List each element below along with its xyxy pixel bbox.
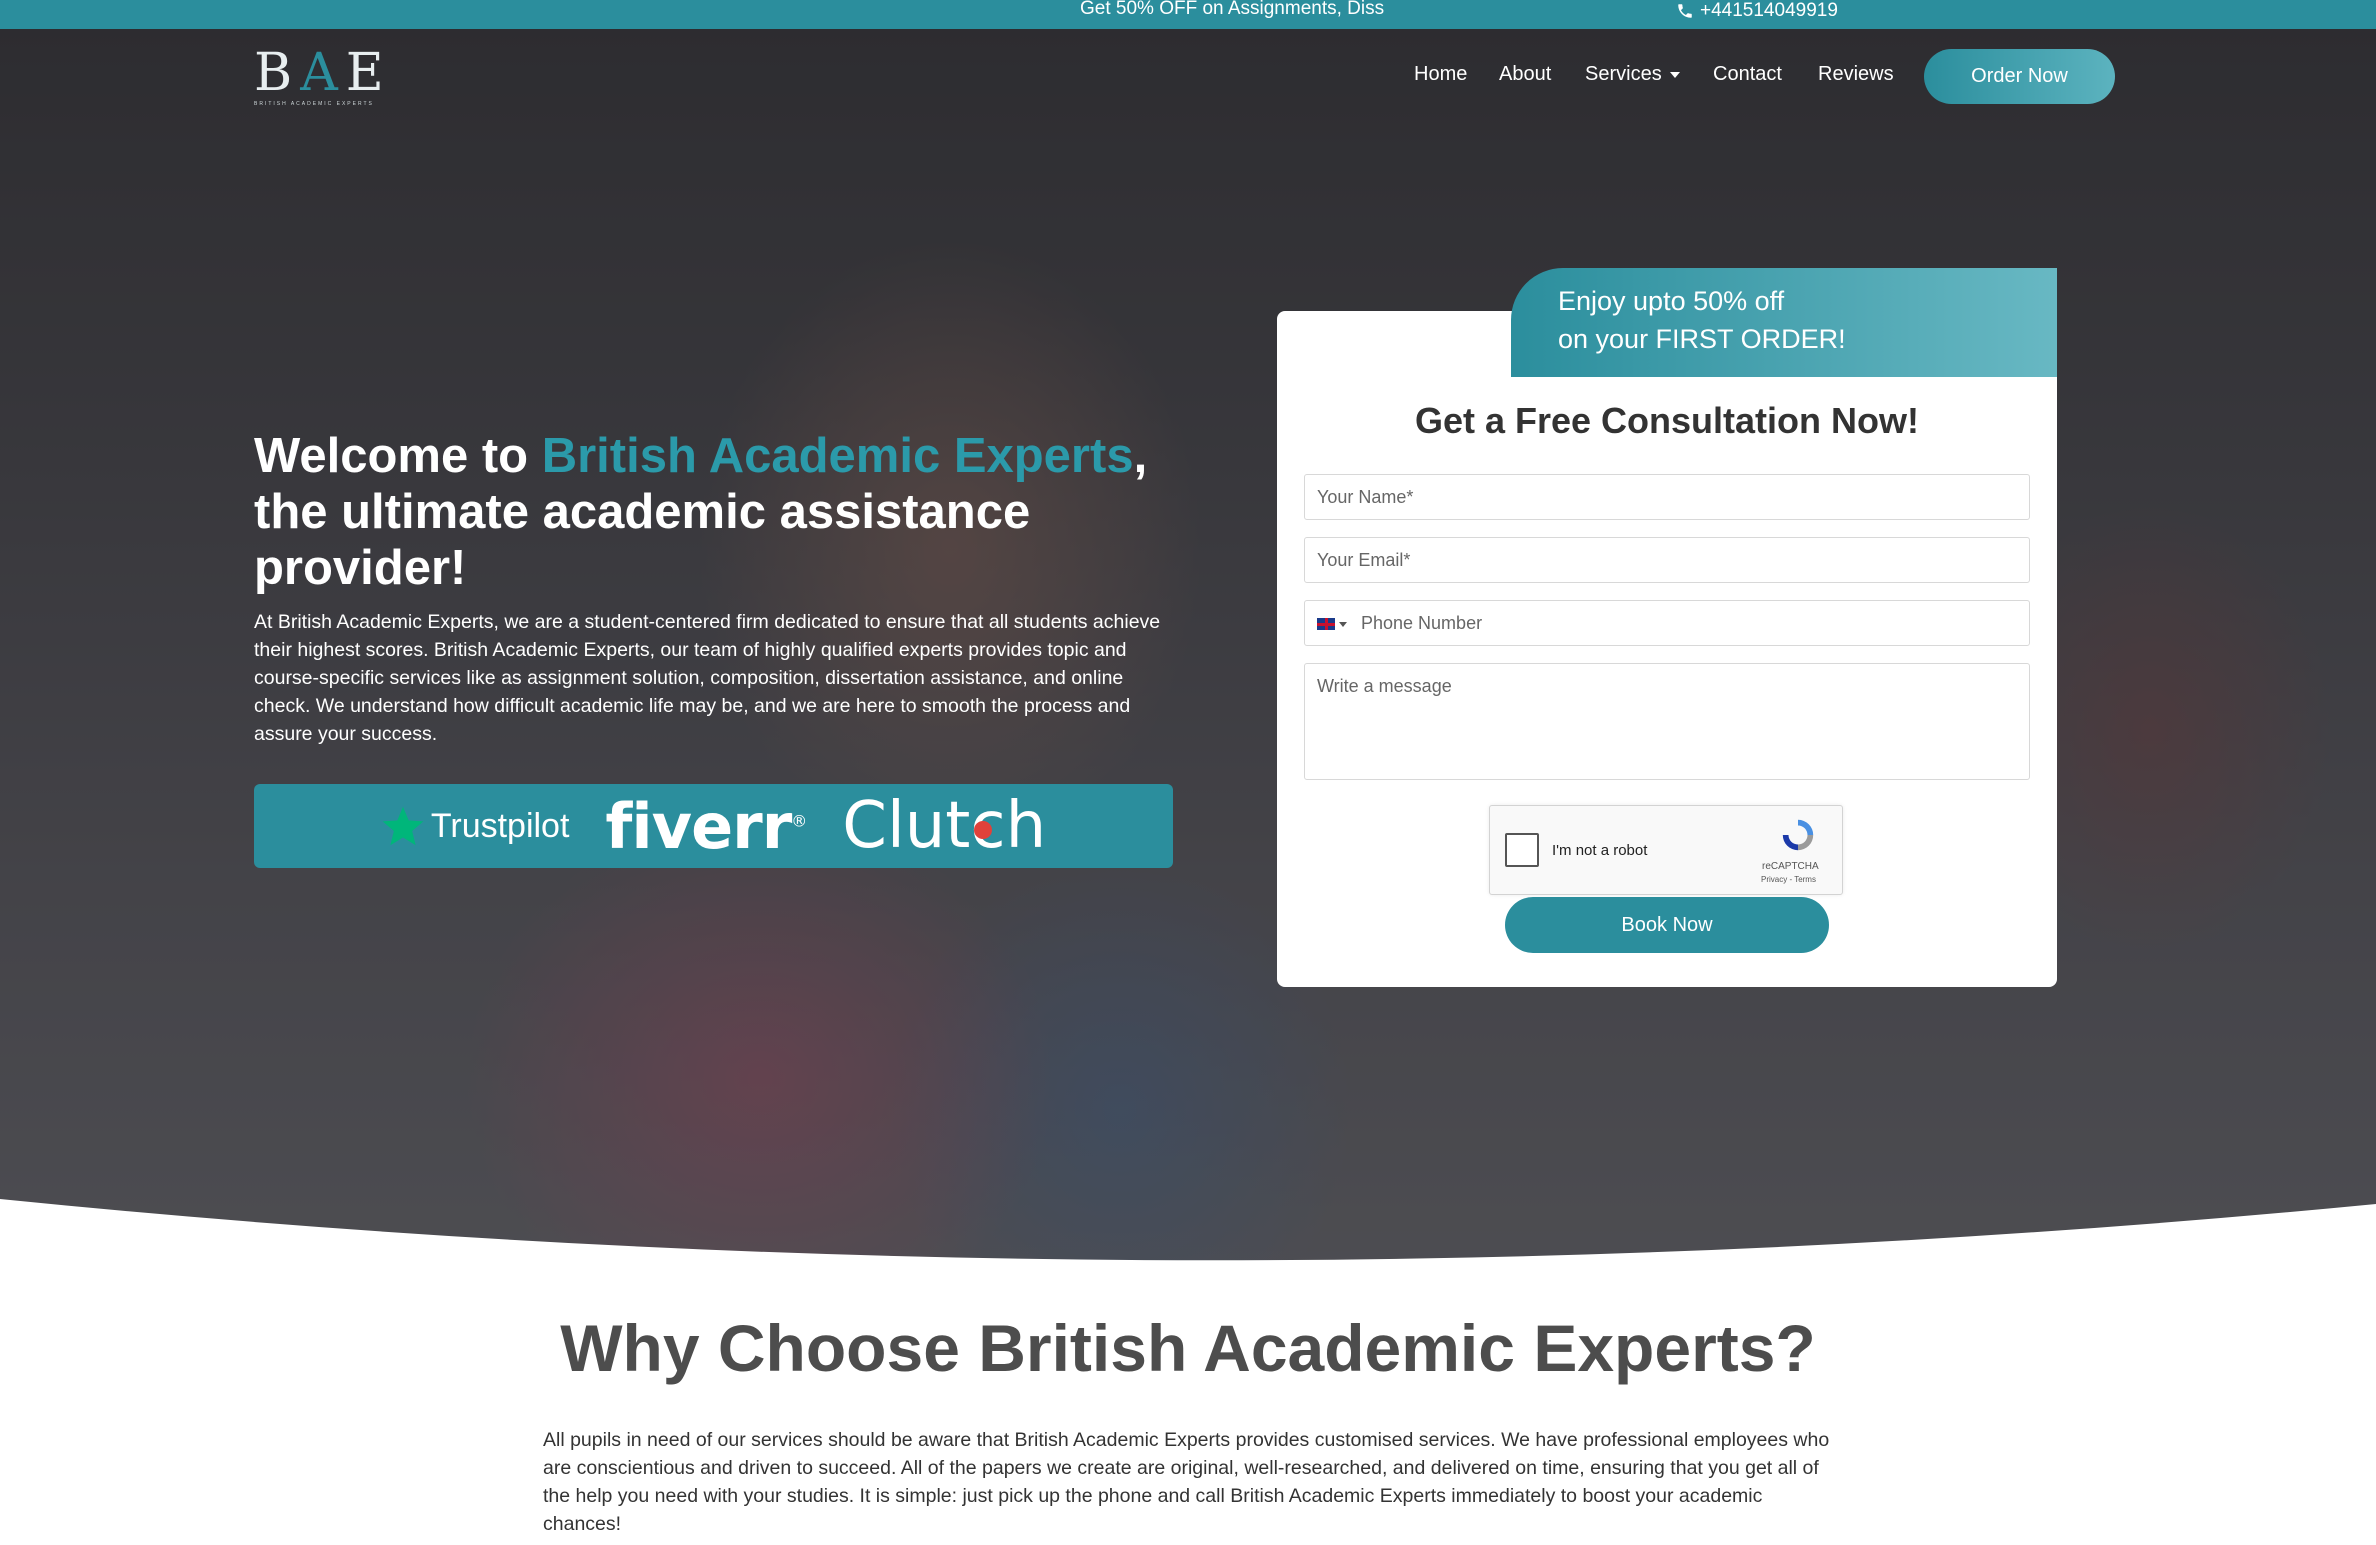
discount-ribbon: Enjoy upto 50% off on your FIRST ORDER! (1511, 268, 2057, 377)
chevron-down-icon (1339, 621, 1347, 627)
hero-bottom-curve (0, 1199, 2376, 1269)
phone-icon (1678, 4, 1692, 18)
book-now-button[interactable]: Book Now (1505, 897, 1829, 953)
why-choose-title: Why Choose British Academic Experts? (560, 1311, 1816, 1385)
nav-contact[interactable]: Contact (1713, 63, 1782, 86)
form-title: Get a Free Consultation Now! (1414, 400, 1920, 441)
uk-flag-icon[interactable] (1317, 618, 1335, 631)
hero-title: Welcome to British Academic Experts, the… (254, 429, 1148, 595)
star-icon (382, 806, 424, 846)
nav-reviews[interactable]: Reviews (1818, 63, 1894, 86)
recaptcha-icon (1782, 819, 1814, 851)
email-field[interactable]: Your Email* (1304, 537, 2030, 583)
nav-services[interactable]: Services (1585, 63, 1680, 86)
message-field[interactable]: Write a message (1304, 663, 2030, 780)
fiverr-badge[interactable]: fiverr® (605, 790, 807, 863)
trustpilot-badge[interactable]: Trustpilot (381, 804, 569, 848)
nav-about[interactable]: About (1499, 63, 1551, 86)
recaptcha-brand: reCAPTCHA (1762, 861, 1819, 872)
clutch-badge[interactable]: Clutch (842, 789, 1046, 863)
why-choose-text: All pupils in need of our services shoul… (543, 1429, 1830, 1535)
hero-description: At British Academic Experts, we are a st… (254, 611, 1161, 745)
chevron-down-icon (1669, 71, 1680, 78)
phone-number: +441514049919 (1700, 0, 1838, 21)
name-field[interactable]: Your Name* (1304, 474, 2030, 520)
phone-field[interactable]: Phone Number (1304, 600, 2030, 646)
nav-home[interactable]: Home (1414, 63, 1467, 86)
phone-link[interactable]: +441514049919 (1676, 0, 1838, 22)
logo-letters: BAE (254, 43, 392, 103)
recaptcha-links[interactable]: Privacy - Terms (1761, 875, 1816, 884)
captcha-checkbox[interactable] (1505, 833, 1539, 867)
review-badges: Trustpilot fiverr® Clutch (254, 784, 1173, 868)
order-now-button[interactable]: Order Now (1924, 49, 2115, 104)
recaptcha-widget: I'm not a robot reCAPTCHA Privacy - Term… (1489, 805, 1843, 895)
top-promo-bar: Get 50% OFF on Assignments, Diss +441514… (0, 0, 2376, 29)
promo-text: Get 50% OFF on Assignments, Diss (1080, 0, 1385, 19)
captcha-label: I'm not a robot (1552, 842, 1648, 859)
logo-tagline: BRITISH ACADEMIC EXPERTS (254, 101, 374, 107)
site-logo[interactable]: BAE BRITISH ACADEMIC EXPERTS (254, 43, 392, 113)
